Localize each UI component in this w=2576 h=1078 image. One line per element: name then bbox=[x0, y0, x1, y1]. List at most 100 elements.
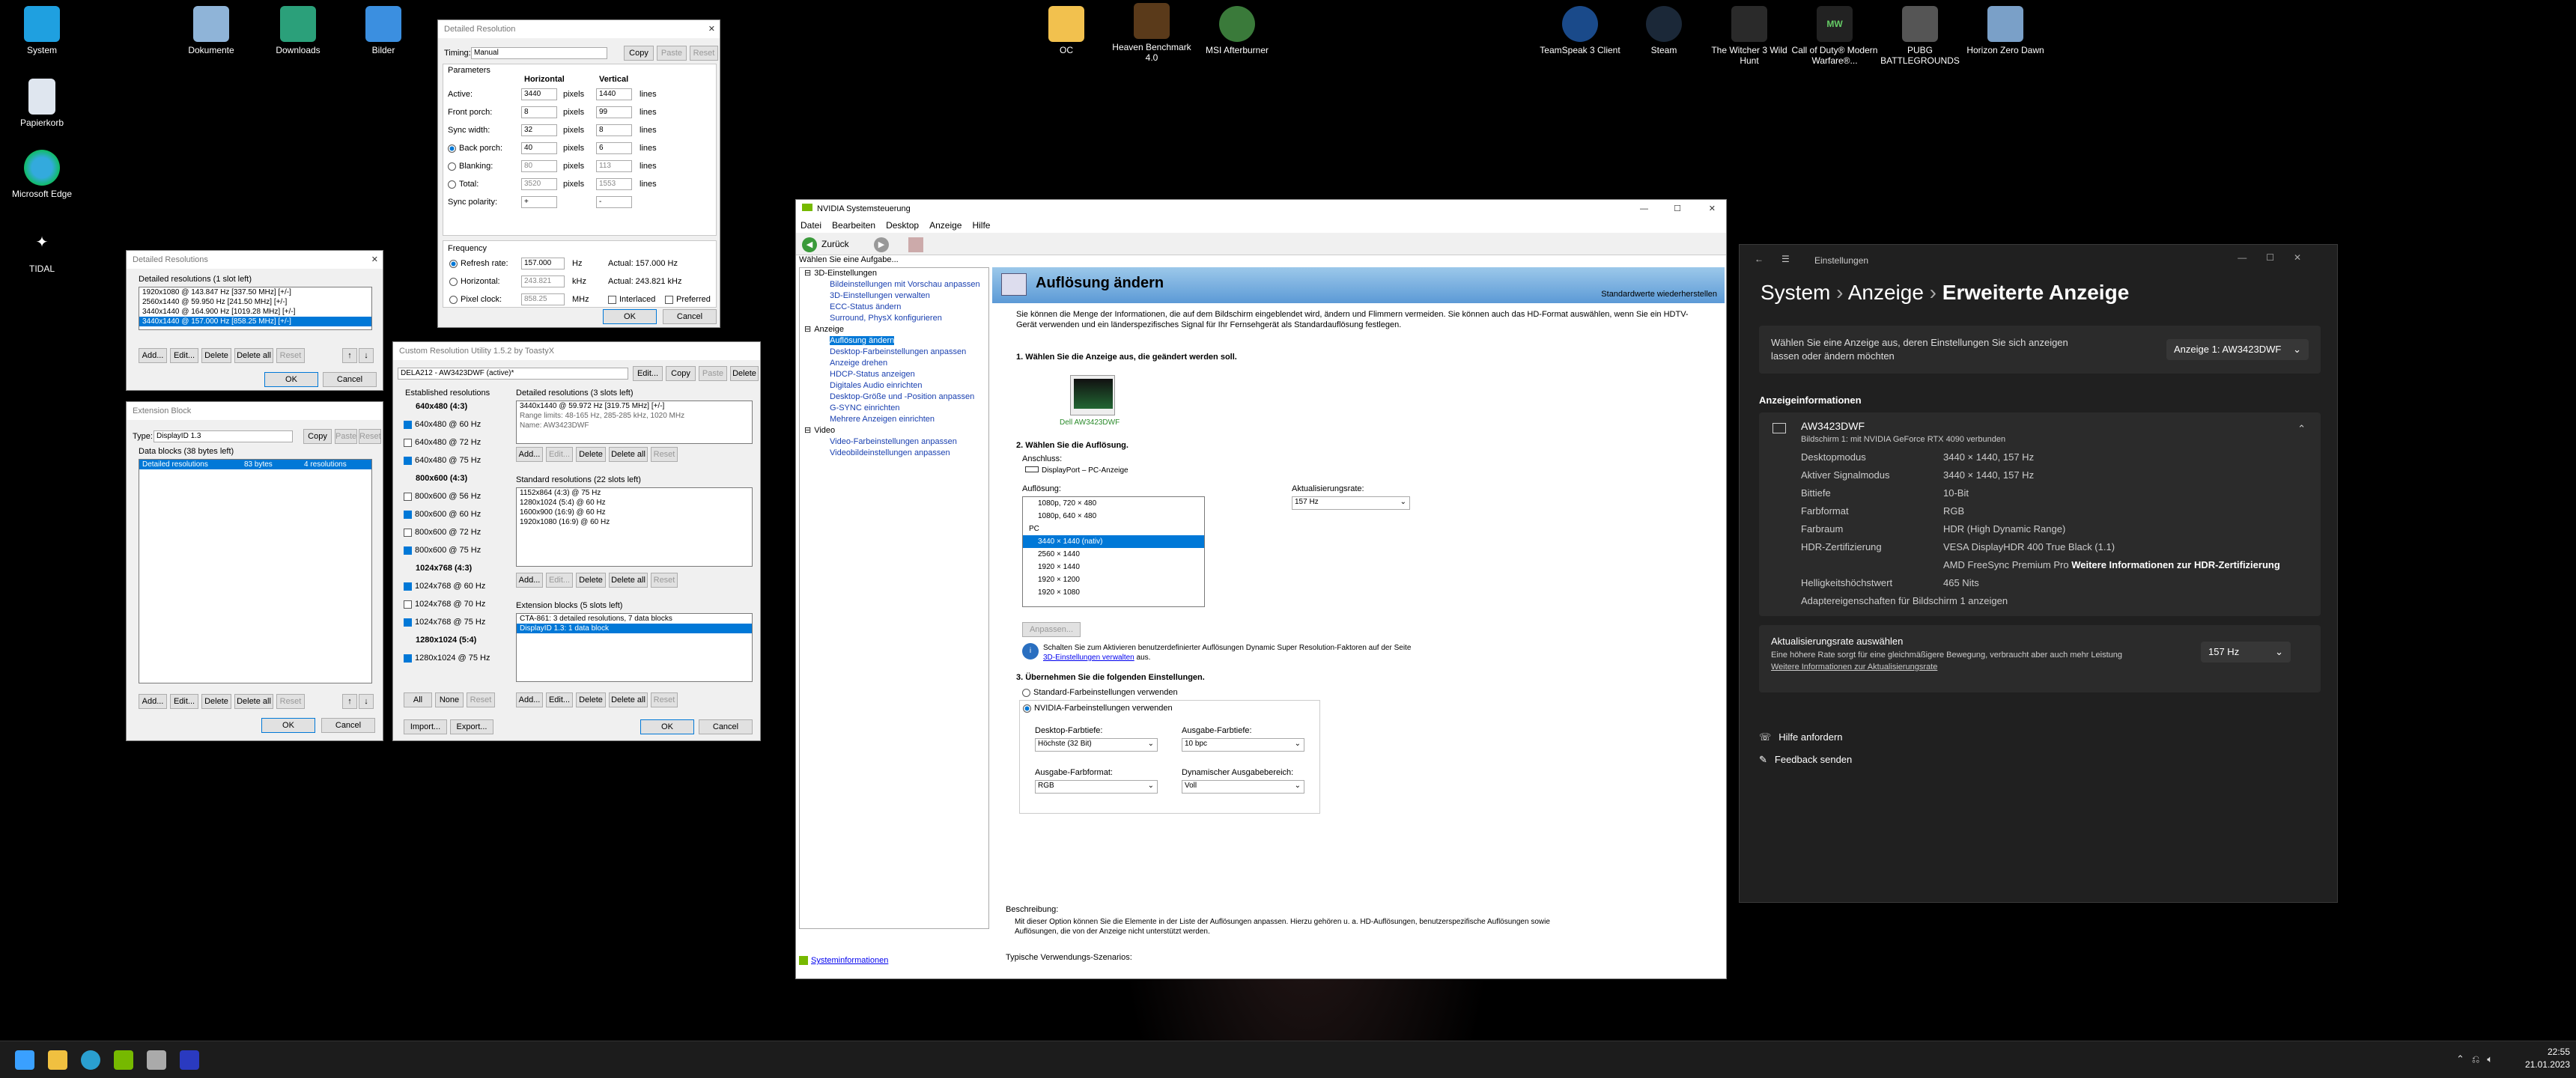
cancel-button[interactable]: Cancel bbox=[663, 309, 717, 324]
data-blocks-list[interactable]: Detailed resolutions 83 bytes 4 resolution… bbox=[139, 459, 372, 683]
tree-item[interactable]: Bildeinstellungen mit Vorschau anpassen bbox=[800, 279, 988, 290]
ok-button[interactable]: OK bbox=[264, 372, 318, 387]
add-button[interactable]: Add... bbox=[516, 692, 543, 707]
horizon-desktop-icon[interactable]: Horizon Zero Dawn bbox=[1960, 6, 2050, 55]
established-checkbox[interactable]: 800x600 @ 72 Hz bbox=[404, 528, 481, 537]
pixel-clock-input[interactable]: 858.25 bbox=[521, 293, 565, 305]
list-item[interactable]: 3440x1440 @ 157.000 Hz [858.25 MHz] [+/-… bbox=[139, 317, 371, 326]
established-checkbox[interactable]: 1024x768 @ 70 Hz bbox=[404, 600, 485, 609]
tree-item[interactable]: Surround, PhysX konfigurieren bbox=[800, 313, 988, 324]
refresh-rate-info-link[interactable]: Weitere Informationen zur Aktualisierung… bbox=[1771, 663, 1937, 672]
resolution-item[interactable]: PC bbox=[1023, 523, 1204, 535]
resolution-item[interactable]: 1920 × 1080 bbox=[1023, 586, 1204, 599]
witcher-desktop-icon[interactable]: The Witcher 3 Wild Hunt bbox=[1704, 6, 1794, 66]
preferred-checkbox[interactable]: Preferred bbox=[665, 295, 711, 304]
edge-icon[interactable] bbox=[81, 1050, 100, 1070]
edit-button[interactable]: Edit... bbox=[170, 348, 198, 363]
add-button[interactable]: Add... bbox=[516, 447, 543, 462]
steam-desktop-icon[interactable]: Steam bbox=[1619, 6, 1709, 55]
back-arrow-icon[interactable]: ◀ bbox=[802, 237, 817, 252]
expand-icon[interactable]: ⊟ bbox=[804, 426, 811, 435]
list-item[interactable]: 1920x1080 @ 143.847 Hz [337.50 MHz] [+/-… bbox=[139, 287, 371, 297]
resolution-list[interactable]: 1080p, 720 × 480 1080p, 640 × 480 PC 3440 ×… bbox=[1022, 496, 1205, 607]
edit-button[interactable]: Edit... bbox=[633, 366, 663, 381]
heaven-desktop-icon[interactable]: Heaven Benchmark 4.0 bbox=[1107, 3, 1197, 63]
desktop-depth-select[interactable]: Höchste (32 Bit) ⌄ bbox=[1035, 738, 1158, 752]
list-item[interactable]: 1600x900 (16:9) @ 60 Hz bbox=[517, 508, 752, 517]
interlaced-checkbox[interactable]: Interlaced bbox=[608, 295, 655, 304]
list-item[interactable]: CTA-861: 3 detailed resolutions, 7 data … bbox=[517, 614, 752, 624]
add-button[interactable]: Add... bbox=[139, 348, 167, 363]
resolution-item[interactable]: 1080p, 640 × 480 bbox=[1023, 510, 1204, 523]
cancel-button[interactable]: Cancel bbox=[323, 372, 377, 387]
restore-defaults-link[interactable]: Standardwerte wiederherstellen bbox=[1601, 290, 1717, 299]
output-format-select[interactable]: RGB ⌄ bbox=[1035, 780, 1158, 794]
get-help-link[interactable]: ☏ Hilfe anfordern bbox=[1759, 731, 1843, 743]
reset-button[interactable]: Reset bbox=[276, 348, 305, 363]
explorer-icon[interactable] bbox=[48, 1050, 67, 1070]
documents-desktop-icon[interactable]: Dokumente bbox=[166, 6, 256, 55]
recycle-bin-desktop-icon[interactable]: Papierkorb bbox=[0, 79, 87, 128]
back-button-label[interactable]: Zurück bbox=[821, 239, 849, 249]
delete-all-button[interactable]: Delete all bbox=[234, 348, 273, 363]
radio-icon[interactable] bbox=[448, 180, 456, 189]
pictures-desktop-icon[interactable]: Bilder bbox=[338, 6, 428, 55]
delete-button[interactable]: Delete bbox=[576, 447, 606, 462]
horizontal-input[interactable]: 3440 bbox=[521, 88, 557, 100]
standard-color-radio[interactable]: Standard-Farbeinstellungen verwenden bbox=[1022, 688, 1178, 697]
horizontal-input[interactable]: + bbox=[521, 196, 557, 208]
tree-item[interactable]: Video-Farbeinstellungen anpassen bbox=[800, 436, 988, 448]
established-checkbox[interactable]: 800x600 @ 56 Hz bbox=[404, 492, 481, 501]
list-item[interactable]: DisplayID 1.3: 1 data block bbox=[517, 624, 752, 633]
tree-item[interactable]: Auflösung ändern bbox=[800, 335, 988, 347]
reset-button[interactable]: Reset bbox=[651, 447, 678, 462]
resolution-item[interactable]: 2560 × 1440 bbox=[1023, 548, 1204, 561]
monitor-select[interactable]: DELA212 - AW3423DWF (active)* bbox=[398, 368, 628, 380]
dynamic-range-select[interactable]: Voll ⌄ bbox=[1182, 780, 1304, 794]
cancel-button[interactable]: Cancel bbox=[321, 718, 375, 733]
established-checkbox[interactable]: 1024x768 @ 75 Hz bbox=[404, 618, 485, 627]
chevron-up-icon[interactable]: ⌃ bbox=[2297, 423, 2306, 435]
tree-item[interactable]: G-SYNC einrichten bbox=[800, 403, 988, 414]
reset-button[interactable]: Reset bbox=[467, 692, 495, 707]
resolution-item[interactable]: 1080p, 720 × 480 bbox=[1023, 497, 1204, 510]
paste-button[interactable]: Paste bbox=[699, 366, 727, 381]
home-icon[interactable] bbox=[908, 237, 923, 252]
close-icon[interactable]: ✕ bbox=[1709, 200, 1716, 218]
list-item[interactable]: 1280x1024 (5:4) @ 60 Hz bbox=[517, 498, 752, 508]
resolution-item[interactable]: 1920 × 1200 bbox=[1023, 573, 1204, 586]
resolution-item[interactable]: 1920 × 1440 bbox=[1023, 561, 1204, 573]
teamspeak-desktop-icon[interactable]: TeamSpeak 3 Client bbox=[1535, 6, 1625, 55]
edit-button[interactable]: Edit... bbox=[546, 573, 573, 588]
list-item[interactable]: 1152x864 (4:3) @ 75 Hz bbox=[517, 488, 752, 498]
tree-item[interactable]: ⊟ Anzeige bbox=[800, 324, 988, 335]
tree-item[interactable]: Mehrere Anzeigen einrichten bbox=[800, 414, 988, 425]
all-button[interactable]: All bbox=[404, 692, 432, 707]
move-down-button[interactable]: ↓ bbox=[359, 348, 374, 363]
ok-button[interactable]: OK bbox=[603, 309, 657, 324]
none-button[interactable]: None bbox=[435, 692, 464, 707]
customize-button[interactable]: Anpassen... bbox=[1022, 622, 1081, 637]
delete-all-button[interactable]: Delete all bbox=[609, 573, 648, 588]
vertical-input[interactable]: 1440 bbox=[596, 88, 632, 100]
type-select[interactable]: DisplayID 1.3 bbox=[154, 430, 293, 442]
vertical-input[interactable]: 1553 bbox=[596, 178, 632, 190]
system-info-link[interactable]: Systeminformationen bbox=[799, 956, 888, 966]
horizontal-input[interactable]: 32 bbox=[521, 124, 557, 136]
close-icon[interactable]: ✕ bbox=[371, 251, 378, 269]
tree-item[interactable]: HDCP-Status anzeigen bbox=[800, 369, 988, 380]
edit-button[interactable]: Edit... bbox=[546, 447, 573, 462]
refresh-rate-select[interactable]: 157 Hz ⌄ bbox=[1292, 496, 1410, 510]
established-checkbox[interactable]: 800x600 @ 75 Hz bbox=[404, 546, 481, 555]
back-arrow-icon[interactable]: ← bbox=[1755, 254, 1764, 264]
expand-icon[interactable]: ⊟ bbox=[804, 269, 811, 278]
reset-button[interactable]: Reset bbox=[276, 694, 305, 709]
afterburner-desktop-icon[interactable]: MSI Afterburner bbox=[1192, 6, 1282, 55]
delete-all-button[interactable]: Delete all bbox=[234, 694, 273, 709]
horizontal-freq-input[interactable]: 243.821 bbox=[521, 275, 565, 287]
clock[interactable]: 22:55 21.01.2023 bbox=[2518, 1046, 2570, 1071]
tray-icons[interactable]: ⌃⎌🔈︎ bbox=[2456, 1053, 2500, 1065]
start-icon[interactable] bbox=[15, 1050, 34, 1070]
delete-button[interactable]: Delete bbox=[576, 692, 606, 707]
copy-button[interactable]: Copy bbox=[624, 46, 654, 61]
